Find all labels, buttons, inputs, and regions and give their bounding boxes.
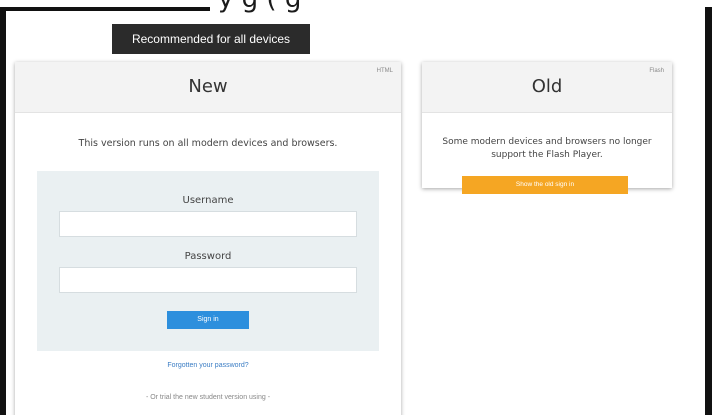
new-card-title: New [188, 76, 228, 97]
html-tag: HTML [376, 68, 393, 74]
login-panel: Username Password Sign in [37, 171, 379, 351]
frame-left-border [0, 7, 6, 415]
recommended-badge: Recommended for all devices [112, 24, 310, 54]
password-label: Password [184, 251, 232, 262]
new-card-description: This version runs on all modern devices … [78, 138, 338, 149]
old-card-title: Old [531, 76, 563, 97]
old-version-card: Old Flash Some modern devices and browse… [422, 62, 672, 194]
show-old-sign-in-button[interactable]: Show the old sign in [462, 176, 628, 194]
forgot-password-link[interactable]: Forgotten your password? [15, 362, 401, 369]
flash-tag: Flash [649, 68, 664, 74]
sign-in-button[interactable]: Sign in [167, 311, 249, 329]
password-input[interactable] [59, 267, 357, 293]
username-input[interactable] [59, 211, 357, 237]
trial-student-text: - Or trial the new student version using… [145, 394, 271, 401]
cropped-heading-text: y g ( g [218, 0, 712, 12]
frame-right-border [705, 7, 712, 415]
username-label: Username [182, 195, 234, 206]
page: y g ( g Recommended for all devices New … [0, 0, 712, 415]
old-card-header: Old Flash [422, 62, 672, 113]
new-version-card: New HTML This version runs on all modern… [15, 62, 401, 415]
frame-top-border [0, 7, 210, 11]
frame-top-right-border [705, 7, 712, 11]
new-card-header: New HTML [15, 62, 401, 113]
old-card-description: Some modern devices and browsers no long… [442, 137, 652, 160]
